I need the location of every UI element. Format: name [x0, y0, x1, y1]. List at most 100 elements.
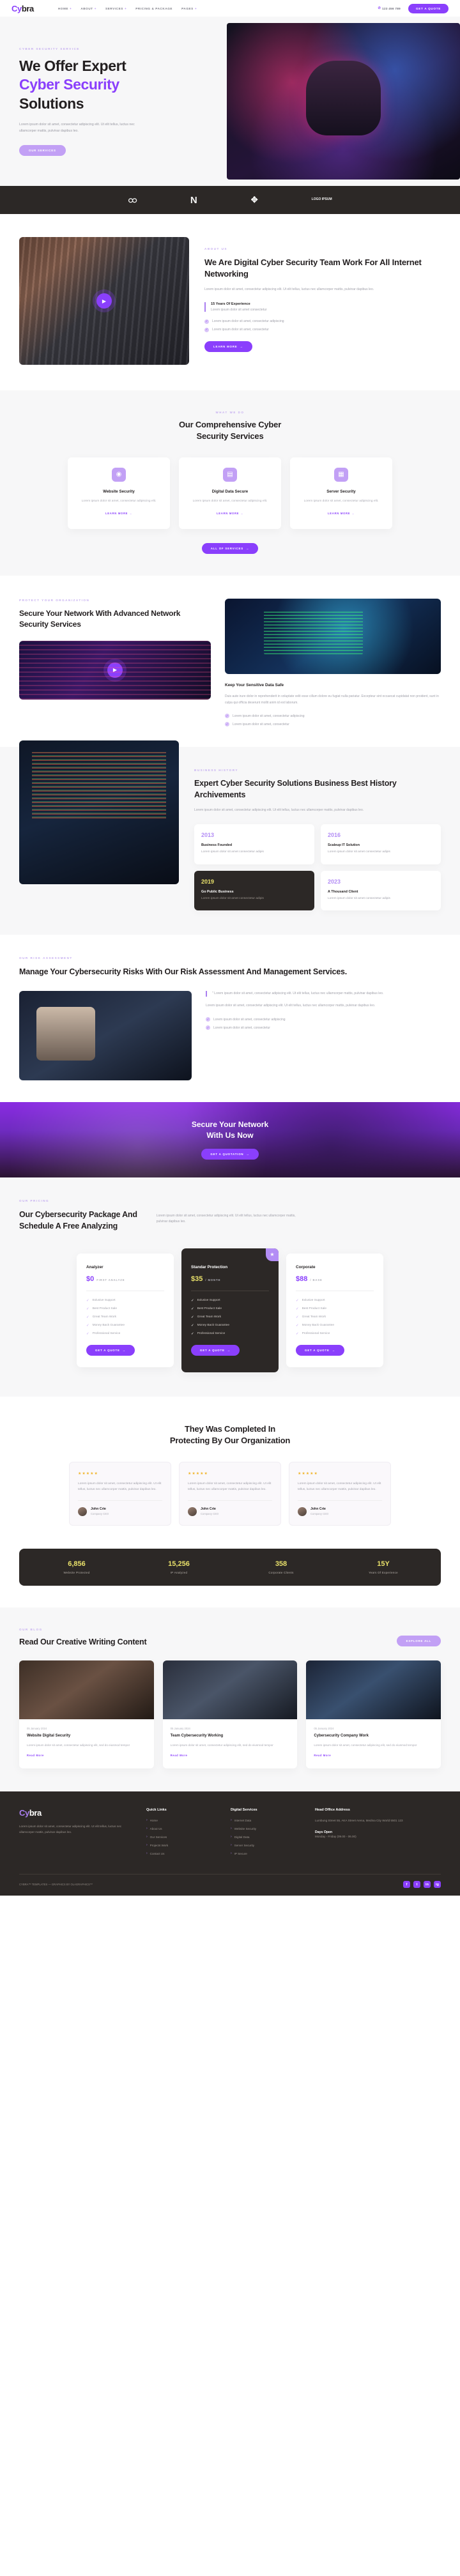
nav-label: ABOUT — [80, 6, 93, 10]
chevron-right-icon: › — [146, 1843, 148, 1848]
blog-post-date: 05 January 2024 — [314, 1726, 334, 1730]
plan-get-a-quote-button[interactable]: GET A QUOTE → — [191, 1344, 240, 1356]
plan-price: $0 — [86, 1275, 95, 1283]
blog-post-card[interactable]: 05 January 2024 Team Cybersecurity Worki… — [162, 1660, 298, 1769]
hero-our-services-button[interactable]: OUR SERVICES — [19, 145, 66, 157]
pricing-title-line2: Schedule A Free Analyzing — [19, 1221, 118, 1230]
blog-read-more-link[interactable]: Read More — [171, 1754, 188, 1757]
timeline-desc: Lorem ipsum dolor sit amet consectetur a… — [328, 850, 390, 854]
check-icon: ✓ — [191, 1298, 194, 1303]
testimonial-text: Lorem ipsum dolor sit amet, consectetur … — [188, 1482, 272, 1491]
footer-logo[interactable]: Cybra — [19, 1808, 131, 1818]
chevron-down-icon: + — [194, 6, 197, 10]
nav-item-about[interactable]: ABOUT + — [80, 7, 96, 10]
instagram-icon[interactable]: ig — [434, 1881, 441, 1889]
footer-quick-links: Quick Links › Home › About Us › Our Service… — [146, 1808, 215, 1860]
testimonial-card: ★★★★★ Lorem ipsum dolor sit amet, consec… — [289, 1461, 391, 1526]
plan-feature: ✓ Best Product Sale — [86, 1307, 164, 1311]
testimonial-text: Lorem ipsum dolor sit amet, consectetur … — [78, 1482, 162, 1491]
plan-feature: ✓ Exlusive Support — [191, 1299, 269, 1303]
footer-service-website-security[interactable]: › Website Security — [231, 1827, 300, 1830]
blog-post-body: 05 January 2024 Website Digital Security… — [19, 1719, 154, 1768]
plan-feature: ✓ Money Back Guarantee — [296, 1324, 374, 1328]
service-learn-more-link[interactable]: LEARN MORE → — [217, 512, 243, 515]
star-badge-icon: ★ — [266, 1248, 279, 1261]
timeline-card-2013: 2013 Business Founded Lorem ipsum dolor … — [194, 824, 314, 864]
footer-service-digital-data[interactable]: › Digital Data — [231, 1835, 300, 1839]
blog-post-body: 05 January 2024 Team Cybersecurity Worki… — [163, 1719, 298, 1768]
header-phone[interactable]: ✆ 123 456 789 — [378, 6, 401, 10]
footer-link-our-services[interactable]: › Our Services — [146, 1835, 215, 1839]
chevron-right-icon: › — [231, 1827, 232, 1831]
footer-service-server-security[interactable]: › Server Security — [231, 1843, 300, 1847]
plan-feature: ✓ Best Product Sale — [296, 1307, 374, 1311]
service-card-server-security[interactable]: ▦ Server Security Lorem ipsum dolor sit … — [290, 457, 392, 529]
blog-post-card[interactable]: 05 January 2024 Website Digital Security… — [19, 1660, 154, 1769]
button-label: GET A QUOTE — [200, 1348, 225, 1352]
service-learn-more-link[interactable]: LEARN MORE → — [328, 512, 355, 515]
timeline-label: A Thousand Client — [328, 889, 358, 894]
pricing-plan-corporate: Corporate $88 / BASE ✓ Exlusive Support ✓… — [286, 1253, 383, 1367]
list-item-label: Lorem ipsum dolor sit amet, consectetur — [233, 722, 289, 726]
plan-period: / MONTH — [205, 1278, 221, 1282]
nav-item-services[interactable]: SERVICES + — [105, 7, 126, 10]
blog-post-card[interactable]: 05 January 2024 Cybersecurity Company Wo… — [306, 1660, 441, 1769]
list-item-label: Lorem ipsum dolor sit amet, consectetur — [212, 328, 269, 332]
footer-service-ip-secure[interactable]: › IP Secure — [231, 1851, 300, 1855]
brand-logo[interactable]: Cybra — [12, 4, 34, 13]
blog-read-more-link[interactable]: Read More — [314, 1754, 331, 1757]
nav-item-pages[interactable]: PAGES + — [181, 7, 197, 10]
footer-service-internet-data[interactable]: › Internet Data — [231, 1818, 300, 1822]
plan-get-a-quote-button[interactable]: GET A QUOTE → — [86, 1344, 135, 1356]
blog-header: OUR BLOG Read Our Creative Writing Conte… — [19, 1628, 441, 1646]
footer-link-contact-us[interactable]: › Contact Us — [146, 1851, 215, 1855]
play-video-icon[interactable]: ▶ — [107, 662, 123, 678]
plan-feature: ✓ Professional Service — [296, 1332, 374, 1336]
hero-title: We Offer Expert Cyber Security Solutions — [19, 57, 227, 113]
facebook-icon[interactable]: f — [403, 1881, 410, 1889]
all-of-services-button[interactable]: ALL OF SERVICES → — [201, 542, 259, 554]
service-card-website-security[interactable]: ◉ Website Security Lorem ipsum dolor sit… — [68, 457, 170, 529]
chevron-right-icon: › — [231, 1818, 232, 1823]
testimonial-card: ★★★★★ Lorem ipsum dolor sit amet, consec… — [69, 1461, 171, 1526]
linkedin-icon[interactable]: in — [424, 1881, 431, 1889]
nav-item-pricing[interactable]: PRICING & PACKAGE — [135, 7, 172, 10]
footer-link-label: Contact Us — [150, 1851, 165, 1855]
plan-feature: ✓ Great Team Work — [86, 1315, 164, 1319]
pricing-title-line1: Our Cybersecurity Package And — [19, 1209, 137, 1219]
about-tick-list: ✓ Lorem ipsum dolor sit amet, consectetur… — [204, 319, 441, 332]
service-learn-more-link[interactable]: LEARN MORE → — [105, 512, 132, 515]
twitter-icon[interactable]: t — [413, 1881, 420, 1889]
footer-link-home[interactable]: › Home — [146, 1818, 215, 1822]
plan-feature-label: Money Back Guarantee — [302, 1324, 335, 1328]
footer-link-about-us[interactable]: › About Us — [146, 1827, 215, 1830]
get-a-quote-button[interactable]: GET A QUOTE — [408, 3, 448, 13]
footer-brand: Cybra Lorem ipsum dolor sit amet, consec… — [19, 1808, 131, 1860]
nav-item-home[interactable]: HOME + — [58, 7, 72, 10]
about-learn-more-button[interactable]: LEARN MORE → — [204, 341, 252, 352]
services-title-line1: Our Comprehensive Cyber — [178, 420, 282, 429]
footer-link-projects-work[interactable]: › Projects Work — [146, 1843, 215, 1847]
testimonial-author: John Crie Company CEO — [298, 1499, 382, 1516]
blog-read-more-link[interactable]: Read More — [27, 1754, 44, 1757]
check-icon: ✓ — [191, 1323, 194, 1328]
testimonials-title-line1: They Was Completed In — [185, 1423, 275, 1434]
hero-title-line2: Cyber Security — [19, 76, 119, 93]
plan-get-a-quote-button[interactable]: GET A QUOTE → — [296, 1344, 344, 1356]
stats-section: 6,856 Website Protected 15,256 IP Analyz… — [0, 1548, 460, 1607]
timeline-label: Business Founded — [201, 843, 233, 847]
play-video-icon[interactable]: ▶ — [96, 293, 112, 309]
service-card-digital-data-secure[interactable]: ▤ Digital Data Secure Lorem ipsum dolor … — [179, 457, 281, 529]
list-item-label: Lorem ipsum dolor sit amet, consectetur … — [213, 1017, 286, 1022]
get-a-quotation-button[interactable]: GET A QUOTATION → — [201, 1149, 259, 1160]
blog-post-list: 05 January 2024 Website Digital Security… — [19, 1660, 441, 1769]
check-icon: ✓ — [191, 1331, 194, 1336]
plan-feature: ✓ Money Back Guarantee — [86, 1324, 164, 1328]
pricing-header-left: OUR PRICING Our Cybersecurity Package An… — [19, 1199, 137, 1232]
risk-quote: " Lorem ipsum dolor sit amet, consectetu… — [206, 990, 441, 997]
blog-explore-all-button[interactable]: EXPLORE ALL — [396, 1635, 441, 1646]
plan-feature-label: Professional Service — [302, 1332, 330, 1336]
arrow-right-icon: → — [122, 1348, 126, 1352]
footer-link-label: Projects Work — [150, 1843, 169, 1847]
button-label: GET A QUOTE — [95, 1348, 120, 1352]
